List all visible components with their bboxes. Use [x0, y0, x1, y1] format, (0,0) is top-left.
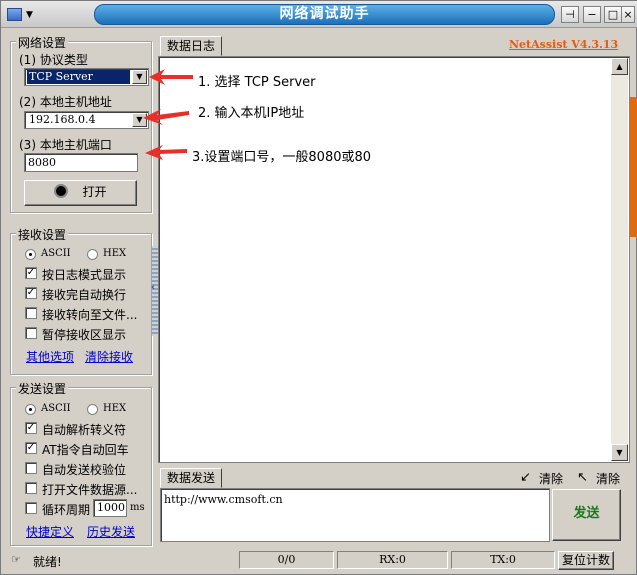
- protocol-select[interactable]: TCP Server ▼: [24, 68, 149, 86]
- send-option-label: 自动解析转义符: [42, 423, 127, 437]
- cycle-input[interactable]: 1000: [93, 499, 127, 517]
- clear-icon[interactable]: ↙: [520, 470, 531, 485]
- tab-data-log[interactable]: 数据日志: [160, 36, 223, 56]
- send-option-checkbox[interactable]: ✓: [25, 422, 37, 434]
- window-title: 网络调试助手: [94, 4, 555, 25]
- send-option-checkbox[interactable]: ✓: [25, 442, 37, 454]
- clear-send-button[interactable]: 清除: [539, 470, 563, 487]
- send-hex-label: HEX: [103, 403, 127, 414]
- recv-option-label: 接收转向至文件...: [42, 308, 138, 322]
- recv-option-checkbox[interactable]: ✓: [25, 267, 37, 279]
- status-count: 0/0: [239, 551, 334, 569]
- recv-hex-radio[interactable]: [87, 249, 98, 260]
- send-option-checkbox[interactable]: [25, 462, 37, 474]
- arrow-icon: [145, 145, 187, 160]
- close-button[interactable]: ×: [621, 6, 635, 23]
- clear-icon[interactable]: ↖: [577, 470, 588, 485]
- open-button[interactable]: 打开: [24, 180, 137, 206]
- annotation-step-3: 3.设置端口号，一般8080或80: [192, 150, 372, 165]
- send-button[interactable]: 发送: [552, 489, 621, 541]
- version-link[interactable]: NetAssist V4.3.13: [509, 38, 618, 51]
- status-text: 就绪!: [33, 555, 62, 569]
- receive-settings-legend: 接收设置: [16, 226, 69, 243]
- host-ip-label: (2) 本地主机地址: [19, 95, 112, 109]
- send-hex-radio[interactable]: [87, 404, 98, 415]
- recv-option-checkbox[interactable]: [25, 307, 37, 319]
- cycle-label: 循环周期: [42, 503, 91, 517]
- scroll-down-icon[interactable]: ▼: [611, 444, 628, 461]
- send-settings-group: 发送设置 ASCII HEX ✓ 自动解析转义符 ✓ AT指令自动回车 自动发送…: [10, 380, 152, 546]
- title-bar: ▼ 网络调试助手 ⊣ − □ ×: [1, 1, 637, 28]
- host-ip-select[interactable]: 192.168.0.4 ▼: [24, 111, 149, 129]
- host-ip-value: 192.168.0.4: [29, 113, 96, 126]
- collapse-chevron-icon[interactable]: ‹: [151, 282, 155, 293]
- cycle-checkbox[interactable]: [25, 502, 37, 514]
- annotation-step-1: 1. 选择 TCP Server: [198, 75, 316, 90]
- receive-settings-group: 接收设置 ASCII HEX ✓ 按日志模式显示 ✓ 接收完自动换行 接收转向至…: [10, 226, 152, 375]
- app-window: ▼ 网络调试助手 ⊣ − □ × 网络设置 (1) 协议类型 TCP Serve…: [0, 0, 637, 575]
- send-settings-legend: 发送设置: [16, 380, 69, 397]
- rx-counter: RX:0: [337, 551, 448, 569]
- recv-option-checkbox[interactable]: [25, 327, 37, 339]
- protocol-value: TCP Server: [27, 70, 130, 84]
- open-button-label: 打开: [82, 185, 107, 199]
- shortcut-define-link[interactable]: 快捷定义: [26, 523, 74, 540]
- edge-strip: [629, 97, 637, 237]
- send-input[interactable]: http://www.cmsoft.cn: [160, 488, 550, 542]
- tab-data-send[interactable]: 数据发送: [160, 468, 223, 488]
- send-option-label: AT指令自动回车: [42, 443, 129, 457]
- clear-receive-link[interactable]: 清除接收: [85, 348, 133, 365]
- arrow-icon: [143, 109, 189, 125]
- send-option-checkbox[interactable]: [25, 482, 37, 494]
- clear-log-button[interactable]: 清除: [596, 470, 620, 487]
- send-history-link[interactable]: 历史发送: [87, 523, 135, 540]
- maximize-button[interactable]: □: [604, 6, 622, 23]
- network-settings-legend: 网络设置: [16, 34, 69, 51]
- chevron-down-icon: ▼: [26, 9, 33, 20]
- port-input[interactable]: 8080: [24, 153, 138, 172]
- app-icon: [7, 8, 22, 21]
- pin-button[interactable]: ⊣: [561, 6, 579, 23]
- power-icon: [54, 184, 69, 198]
- recv-option-label: 暂停接收区显示: [42, 328, 127, 342]
- send-ascii-label: ASCII: [41, 403, 71, 414]
- status-icon: ☞: [11, 553, 21, 566]
- reset-count-button[interactable]: 复位计数: [558, 551, 614, 570]
- minimize-button[interactable]: −: [583, 6, 601, 23]
- scroll-up-icon[interactable]: ▲: [611, 58, 628, 75]
- recv-option-checkbox[interactable]: ✓: [25, 287, 37, 299]
- system-menu[interactable]: ▼: [7, 6, 51, 23]
- send-option-label: 自动发送校验位: [42, 463, 127, 477]
- port-label: (3) 本地主机端口: [19, 138, 112, 152]
- send-ascii-radio[interactable]: [25, 404, 36, 415]
- recv-hex-label: HEX: [103, 248, 127, 259]
- send-option-label: 打开文件数据源...: [42, 483, 138, 497]
- recv-option-label: 按日志模式显示: [42, 268, 127, 282]
- recv-option-label: 接收完自动换行: [42, 288, 127, 302]
- arrow-icon: [149, 69, 193, 85]
- recv-ascii-radio[interactable]: [25, 249, 36, 260]
- network-settings-group: 网络设置 (1) 协议类型 TCP Server ▼ (2) 本地主机地址 19…: [10, 34, 152, 213]
- status-bar: ☞ 就绪! 0/0 RX:0 TX:0 复位计数: [1, 549, 637, 575]
- log-scrollbar[interactable]: ▲ ▼: [611, 58, 628, 461]
- other-options-link[interactable]: 其他选项: [26, 348, 74, 365]
- recv-ascii-label: ASCII: [41, 248, 71, 259]
- tx-counter: TX:0: [451, 551, 555, 569]
- protocol-label: (1) 协议类型: [19, 53, 88, 67]
- annotation-step-2: 2. 输入本机IP地址: [198, 106, 305, 121]
- cycle-unit: ms: [130, 502, 145, 513]
